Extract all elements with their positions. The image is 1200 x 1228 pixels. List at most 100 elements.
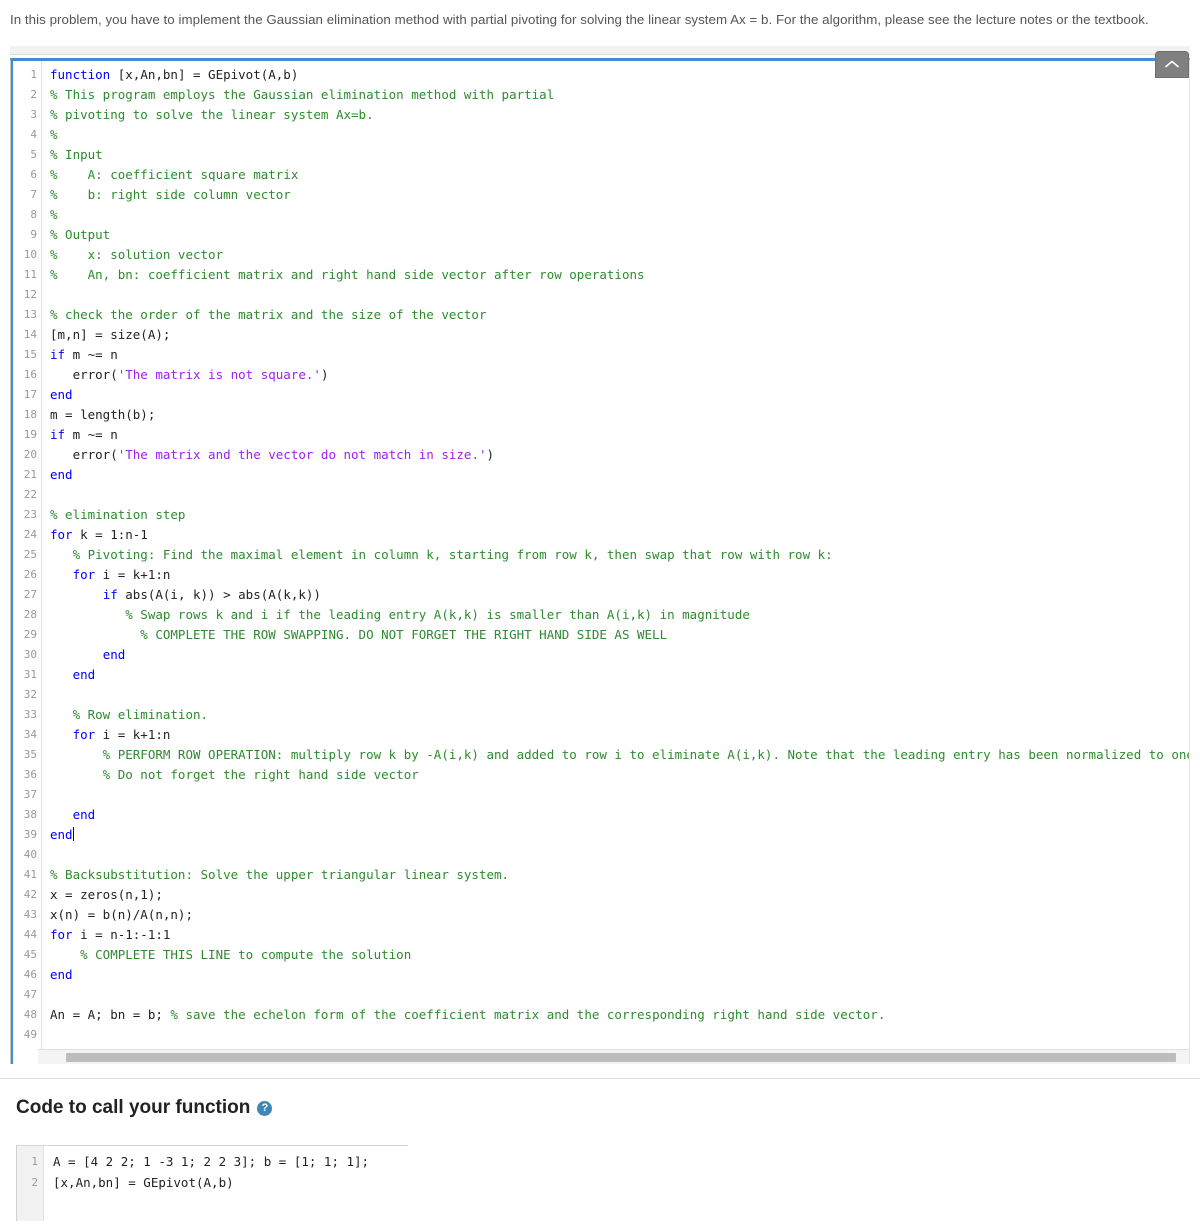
code-token: [x,An,bn] = GEpivot(A,b): [110, 67, 299, 82]
code-token: for: [72, 727, 96, 742]
code-editor[interactable]: 1 2 3 4 5 6 7 8 9 10 11 12 13 14 15 16 17 18 19 20 21 22 23 24 2…: [10, 51, 1190, 1064]
line-number: 28: [23, 608, 37, 621]
code-line: % elimination step: [50, 505, 1189, 525]
code-token: error(: [50, 367, 118, 382]
code-line: %: [50, 125, 1189, 145]
code-token: i = k+1:n: [95, 727, 171, 742]
call-code-block[interactable]: 12 A = [4 2 2; 1 -3 1; 2 2 3]; b = [1; 1…: [16, 1145, 408, 1221]
code-token: end: [72, 807, 96, 822]
code-token: x(n) = b(n)/A(n,n);: [50, 907, 193, 922]
scrollbar-thumb[interactable]: [66, 1053, 1176, 1062]
line-number: 32: [23, 688, 37, 701]
code-token: % save the echelon form of the coefficie…: [170, 1007, 886, 1022]
section-divider: [0, 1078, 1200, 1079]
code-token: [m,n] = size(A);: [50, 327, 171, 342]
line-number: 8: [30, 208, 37, 221]
code-token: end: [50, 387, 73, 402]
text-caret: [72, 827, 74, 841]
line-number: 15: [23, 348, 37, 361]
code-token: end: [50, 467, 73, 482]
line-number: 29: [23, 628, 37, 641]
call-function-section: Code to call your function ? 12 A = [4 2…: [0, 1097, 1200, 1221]
line-number: 5: [30, 148, 37, 161]
code-line: x = zeros(n,1);: [50, 885, 1189, 905]
code-token: m = length(b);: [50, 407, 156, 422]
code-line: % COMPLETE THE ROW SWAPPING. DO NOT FORG…: [50, 625, 1189, 645]
code-token: % Input: [50, 147, 103, 162]
line-number: 10: [23, 248, 37, 261]
code-token: ): [320, 367, 329, 382]
code-line: % check the order of the matrix and the …: [50, 305, 1189, 325]
call-code-area[interactable]: 12 A = [4 2 2; 1 -3 1; 2 2 3]; b = [1; 1…: [16, 1146, 408, 1221]
editor-left-accent-rail: [11, 61, 13, 1064]
code-token: for: [50, 927, 73, 942]
code-token: % COMPLETE THIS LINE to compute the solu…: [50, 947, 412, 962]
code-line: % Swap rows k and i if the leading entry…: [50, 605, 1189, 625]
line-number: 3: [30, 108, 37, 121]
line-number: 30: [23, 648, 37, 661]
line-number: 1: [30, 68, 37, 81]
line-number: 43: [23, 908, 37, 921]
code-text-area[interactable]: function [x,An,bn] = GEpivot(A,b) % This …: [42, 61, 1189, 1049]
code-token: %: [50, 127, 58, 142]
code-token: if: [50, 427, 66, 442]
code-token: end: [50, 967, 73, 982]
chevron-up-icon: [1165, 60, 1179, 68]
line-number: 6: [30, 168, 37, 181]
code-line: % b: right side column vector: [50, 185, 1189, 205]
line-number: 16: [23, 368, 37, 381]
code-token: % A: coefficient square matrix: [50, 167, 299, 182]
collapse-editor-button[interactable]: [1155, 51, 1189, 78]
line-number: 4: [30, 128, 37, 141]
line-number: 24: [23, 528, 37, 541]
code-token: if: [102, 587, 118, 602]
code-line: [x,An,bn] = GEpivot(A,b): [53, 1175, 234, 1190]
code-token: % Output: [50, 227, 111, 242]
code-line: x(n) = b(n)/A(n,n);: [50, 905, 1189, 925]
code-token: end: [50, 827, 73, 842]
line-number: 2: [30, 88, 37, 101]
code-token: % b: right side column vector: [50, 187, 291, 202]
line-number: 40: [23, 848, 37, 861]
line-number: 46: [23, 968, 37, 981]
line-number: 20: [23, 448, 37, 461]
code-token: i = n-1:-1:1: [72, 927, 171, 942]
code-line: % x: solution vector: [50, 245, 1189, 265]
code-line: function [x,An,bn] = GEpivot(A,b): [50, 65, 1189, 85]
code-line: %: [50, 205, 1189, 225]
code-token: % Do not forget the right hand side vect…: [50, 767, 419, 782]
code-line: An = A; bn = b; % save the echelon form …: [50, 1005, 1189, 1025]
line-number: 47: [23, 988, 37, 1001]
code-token: abs(A(i, k)) > abs(A(k,k)): [117, 587, 321, 602]
code-line: % Output: [50, 225, 1189, 245]
line-number: 1: [31, 1155, 38, 1168]
code-token: % An, bn: coefficient matrix and right h…: [50, 267, 645, 282]
call-heading-label: Code to call your function: [16, 1097, 251, 1118]
code-token: % Pivoting: Find the maximal element in …: [50, 547, 833, 562]
question-mark-icon[interactable]: ?: [257, 1100, 273, 1116]
line-number: 31: [23, 668, 37, 681]
editor-horizontal-scrollbar[interactable]: [38, 1049, 1189, 1064]
code-token: % PERFORM ROW OPERATION: multiply row k …: [50, 747, 1189, 762]
code-line: % Row elimination.: [50, 705, 1189, 725]
code-token: An = A; bn = b;: [50, 1007, 171, 1022]
code-line: end: [50, 645, 1189, 665]
code-line: % An, bn: coefficient matrix and right h…: [50, 265, 1189, 285]
problem-statement: In this problem, you have to implement t…: [10, 12, 1149, 27]
code-token: m ~= n: [65, 427, 118, 442]
code-line: error('The matrix and the vector do not …: [50, 445, 1189, 465]
code-line: end: [50, 825, 1189, 845]
code-line: if m ~= n: [50, 425, 1189, 445]
function-editor-panel: 1 2 3 4 5 6 7 8 9 10 11 12 13 14 15 16 17 18 19 20 21 22 23 24 2…: [10, 46, 1190, 1064]
code-token: % Row elimination.: [50, 707, 209, 722]
code-line: if m ~= n: [50, 345, 1189, 365]
line-number-gutter: 1 2 3 4 5 6 7 8 9 10 11 12 13 14 15 16 17 18 19 20 21 22 23 24 2…: [11, 61, 42, 1049]
code-line: % COMPLETE THIS LINE to compute the solu…: [50, 945, 1189, 965]
line-number: 13: [23, 308, 37, 321]
editor-code-area[interactable]: 1 2 3 4 5 6 7 8 9 10 11 12 13 14 15 16 17 18 19 20 21 22 23 24 2…: [11, 61, 1189, 1049]
